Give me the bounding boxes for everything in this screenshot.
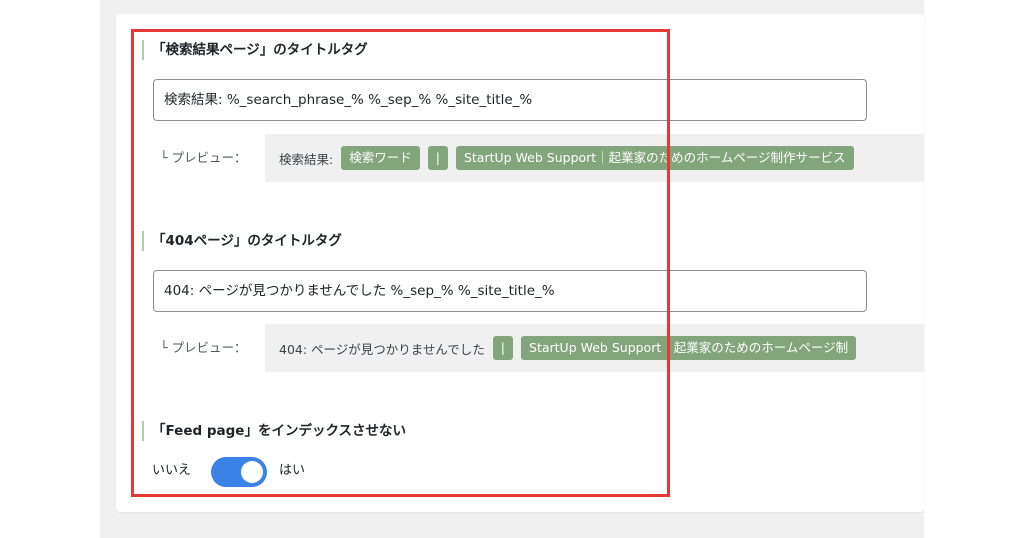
separator-chip: |: [492, 336, 514, 360]
notfound-preview-label: └ プレビュー：: [160, 340, 247, 355]
toggle-yes-label: はい: [279, 463, 306, 478]
notfound-title-input[interactable]: 404: ページが見つかりませんでした %_sep_% %_site_title…: [153, 270, 867, 312]
notfound-title-heading: 「404ページ」のタイトルタグ: [142, 231, 342, 251]
search-preview-text: 検索結果:: [279, 151, 334, 167]
site-title-chip: StartUp Web Support｜起業家のためのホームページ制作サービス: [455, 146, 854, 170]
notfound-preview-text: 404: ページが見つかりませんでした: [279, 341, 485, 357]
feed-noindex-toggle[interactable]: [211, 457, 267, 487]
search-title-input[interactable]: 検索結果: %_search_phrase_% %_sep_% %_site_t…: [153, 79, 867, 121]
search-title-heading: 「検索結果ページ」のタイトルタグ: [142, 40, 368, 60]
search-word-chip: 検索ワード: [341, 146, 420, 170]
notfound-preview-box: 404: ページが見つかりませんでした | StartUp Web Suppor…: [265, 324, 924, 372]
separator-chip: |: [427, 146, 448, 170]
feed-noindex-heading: 「Feed page」をインデックスさせない: [142, 421, 406, 441]
toggle-no-label: いいえ: [152, 463, 192, 478]
toggle-knob: [241, 461, 263, 483]
site-title-chip: StartUp Web Support｜起業家のためのホームページ制: [521, 336, 857, 360]
search-preview-label: └ プレビュー：: [160, 150, 247, 165]
search-preview-box: 検索結果: 検索ワード | StartUp Web Support｜起業家のため…: [265, 134, 924, 182]
